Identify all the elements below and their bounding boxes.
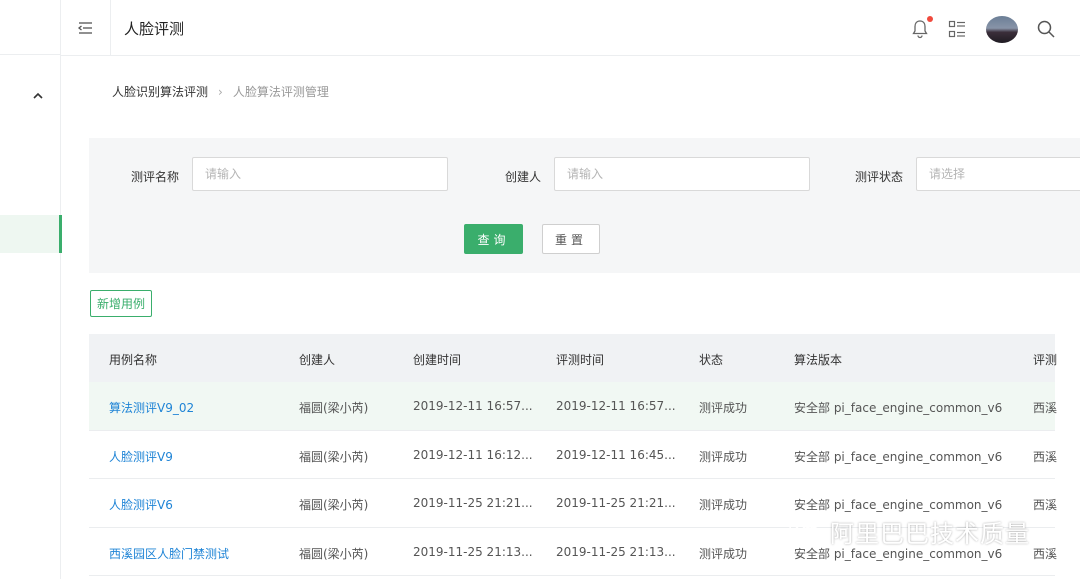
table-cell: 西溪	[1033, 449, 1058, 464]
creator-label: 创建人	[505, 170, 542, 184]
table-cell: 2019-12-11 16:45...	[556, 447, 676, 462]
avatar[interactable]	[986, 16, 1018, 43]
sidebar	[0, 0, 62, 579]
notification-dot	[927, 16, 933, 22]
case-name-link[interactable]: 人脸测评V6	[109, 496, 173, 513]
table-cell: 安全部 pi_face_engine_common_v6	[794, 449, 1003, 464]
table-cell: 2019-11-25 21:13...	[556, 544, 676, 559]
column-header: 创建时间	[413, 353, 462, 367]
table-cell: 福圆(梁小芮)	[299, 401, 369, 415]
table-cell: 测评成功	[699, 449, 748, 464]
table-cell: 福圆(梁小芮)	[299, 449, 369, 464]
table-cell: 西溪	[1033, 546, 1058, 561]
column-header: 创建人	[299, 353, 336, 367]
table-cell: 西溪	[1033, 498, 1058, 512]
top-header: 人脸评测	[61, 0, 1080, 56]
watermark-text: 阿里巴巴技术质量	[830, 520, 1030, 548]
table-cell: 2019-12-11 16:12...	[413, 447, 533, 462]
breadcrumb-parent[interactable]: 人脸识别算法评测	[112, 83, 208, 100]
search-icon[interactable]	[1036, 19, 1056, 39]
status-select[interactable]	[916, 157, 1080, 191]
breadcrumb-separator-icon: ›	[218, 84, 223, 99]
table-cell: 测评成功	[699, 401, 748, 415]
wechat-icon	[789, 518, 822, 544]
table-cell: 2019-12-11 16:57...	[556, 399, 676, 413]
add-case-button[interactable]: 新增用例	[90, 290, 152, 317]
table-cell: 2019-11-25 21:13...	[413, 544, 533, 559]
table-cell: 测评成功	[699, 546, 748, 561]
table-cell: 安全部 pi_face_engine_common_v6	[794, 498, 1003, 512]
table-row[interactable]: 人脸测评V9 福圆(梁小芮) 2019-12-11 16:12... 2019-…	[89, 430, 1058, 479]
table-cell: 2019-12-11 16:57...	[413, 399, 533, 413]
column-header: 评测	[1033, 353, 1058, 367]
table-header: 用例名称 创建人 创建时间 评测时间 状态 算法版本 评测	[89, 334, 1058, 382]
filter-panel: 测评名称 创建人 测评状态 查询 重置	[89, 138, 1080, 273]
creator-input[interactable]	[554, 157, 810, 191]
apps-icon[interactable]	[947, 19, 967, 39]
watermark: 阿里巴巴技术质量	[788, 514, 1030, 549]
active-indicator	[59, 215, 62, 253]
menu-fold-icon[interactable]	[75, 18, 95, 38]
reset-button[interactable]: 重置	[542, 224, 600, 254]
table-cell: 福圆(梁小芮)	[299, 546, 369, 561]
query-button[interactable]: 查询	[464, 224, 523, 254]
chevron-up-icon[interactable]	[30, 88, 46, 104]
column-header: 用例名称	[109, 353, 158, 367]
name-input[interactable]	[192, 157, 448, 191]
table-cell: 测评成功	[699, 498, 748, 512]
status-label: 测评状态	[855, 170, 904, 184]
column-header: 状态	[699, 353, 724, 367]
table-cell: 2019-11-25 21:21...	[413, 496, 533, 510]
case-name-link[interactable]: 人脸测评V9	[109, 448, 173, 465]
breadcrumb-current: 人脸算法评测管理	[232, 85, 329, 99]
page-title: 人脸评测	[124, 20, 185, 38]
column-header: 评测时间	[556, 353, 605, 367]
column-header: 算法版本	[794, 353, 843, 367]
header-divider	[110, 0, 111, 56]
case-name-link[interactable]: 算法测评V9_02	[109, 399, 194, 416]
case-name-link[interactable]: 西溪园区人脸门禁测试	[109, 545, 229, 562]
sidebar-item-active[interactable]	[0, 215, 62, 253]
table-cell: 安全部 pi_face_engine_common_v6	[794, 401, 1003, 415]
breadcrumb: 人脸识别算法评测 › 人脸算法评测管理	[112, 83, 329, 100]
name-label: 测评名称	[131, 170, 180, 184]
table-cell: 西溪	[1033, 401, 1058, 415]
table-row[interactable]: 算法测评V9_02 福圆(梁小芮) 2019-12-11 16:57... 20…	[89, 382, 1058, 431]
table-cell: 福圆(梁小芮)	[299, 498, 369, 512]
table-cell: 2019-11-25 21:21...	[556, 496, 676, 510]
sidebar-divider	[0, 54, 60, 55]
